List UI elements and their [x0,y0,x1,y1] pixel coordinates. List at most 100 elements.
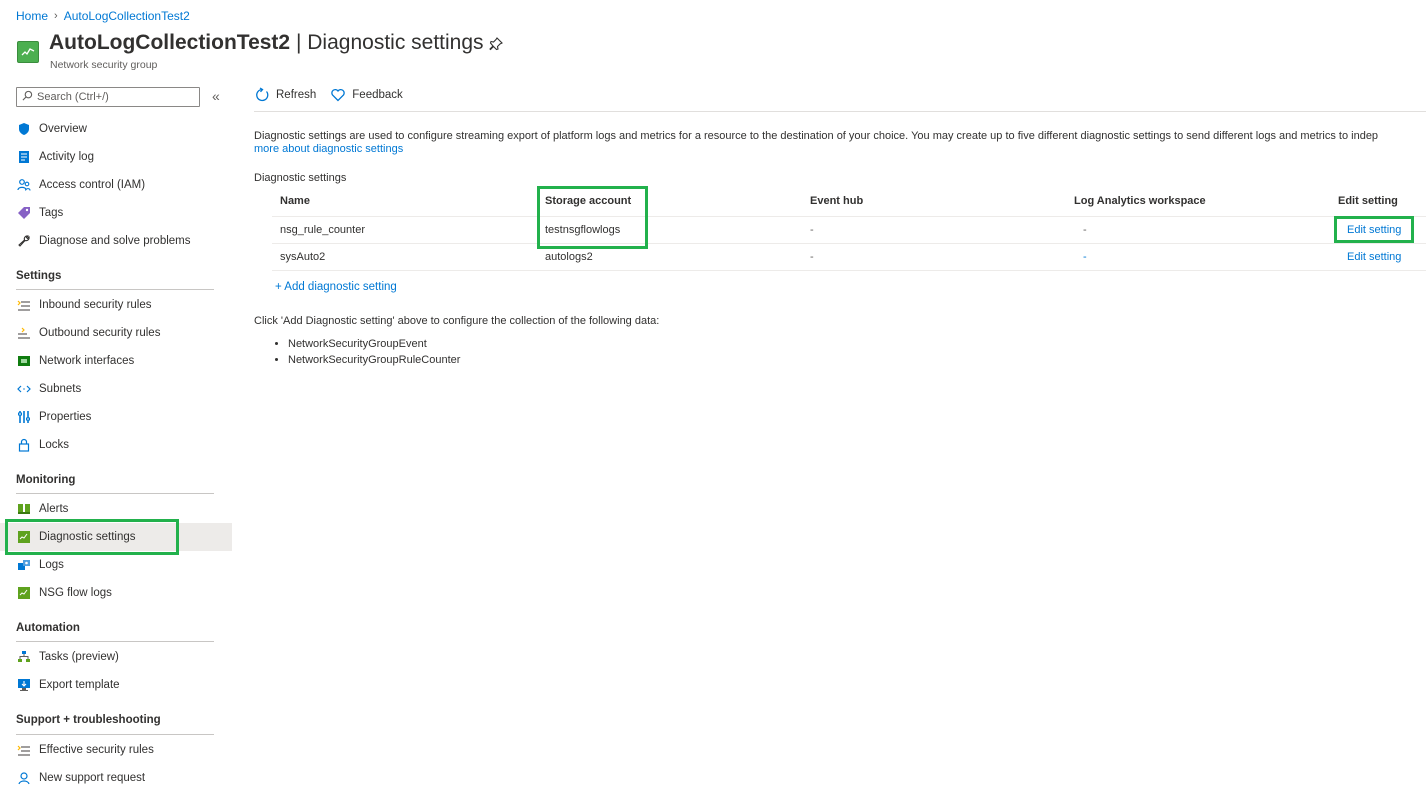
activity-log-icon [17,150,31,164]
row-workspace: - [1083,251,1087,263]
sidebar-item-inbound-rules[interactable]: Inbound security rules [0,291,232,319]
pin-icon[interactable] [488,36,504,52]
table-row-divider [272,243,1426,244]
sidebar-item-label: New support request [39,772,146,784]
learn-more-link[interactable]: more about diagnostic settings [254,143,403,155]
sidebar-item-label: Export template [39,679,120,691]
sidebar-item-overview[interactable]: Overview [0,115,232,143]
row-storage-account: testnsgflowlogs [545,224,621,236]
column-header-storage-account: Storage account [545,195,632,207]
sidebar-item-export-template[interactable]: Export template [0,671,232,699]
lock-icon [17,438,31,452]
sidebar-item-effective-rules[interactable]: Effective security rules [0,736,232,764]
sidebar-item-tags[interactable]: Tags [0,199,232,227]
sidebar-item-label: Alerts [39,503,69,515]
collapse-sidebar-button[interactable]: « [212,88,220,104]
outbound-rules-icon [17,326,31,340]
title-separator: | [295,31,302,54]
section-divider [16,493,214,494]
description-text: Diagnostic settings are used to configur… [254,130,1379,142]
sidebar-item-label: Outbound security rules [39,327,161,339]
network-security-group-icon [17,41,39,63]
table-row-divider [272,270,1426,271]
page-title: AutoLogCollectionTest2 | Diagnostic sett… [49,31,484,55]
row-name: nsg_rule_counter [280,224,366,236]
sidebar-item-label: Access control (IAM) [39,179,146,191]
sidebar-item-alerts[interactable]: Alerts [0,495,232,523]
sidebar-item-diagnose[interactable]: Diagnose and solve problems [0,227,232,255]
diagnostic-settings-icon [17,530,31,544]
sidebar-item-diagnostic-settings[interactable]: Diagnostic settings [0,523,232,551]
info-text: Click 'Add Diagnostic setting' above to … [254,315,660,327]
sidebar-item-label: Activity log [39,151,94,163]
section-monitoring: Monitoring [16,474,76,486]
toolbar-divider [254,111,1426,112]
tasks-icon [17,650,31,664]
data-type-list: NetworkSecurityGroupEvent NetworkSecurit… [274,336,460,368]
search-icon [22,90,33,104]
search-input[interactable] [37,91,197,103]
list-item: NetworkSecurityGroupRuleCounter [288,352,460,368]
section-support: Support + troubleshooting [16,714,161,726]
sidebar-item-label: Properties [39,411,92,423]
command-bar: Refresh Feedback [254,87,403,103]
sidebar-item-nsg-flow-logs[interactable]: NSG flow logs [0,579,232,607]
properties-icon [17,410,31,424]
sidebar-item-label: Tags [39,207,64,219]
sidebar-item-label: Subnets [39,383,82,395]
sidebar-item-new-support-request[interactable]: New support request [0,764,232,792]
edit-setting-link[interactable]: Edit setting [1347,224,1401,236]
row-storage-account: autologs2 [545,251,593,263]
breadcrumb-home-link[interactable]: Home [16,9,48,23]
chevron-right-icon: › [54,10,58,22]
sidebar-item-activity-log[interactable]: Activity log [0,143,232,171]
sidebar-item-label: Diagnostic settings [39,531,136,543]
section-divider [16,734,214,735]
diagnostic-settings-label: Diagnostic settings [254,172,347,184]
sidebar-item-label: Effective security rules [39,744,154,756]
breadcrumb: Home › AutoLogCollectionTest2 [16,9,190,23]
feedback-button[interactable]: Feedback [330,87,403,103]
section-automation: Automation [16,622,80,634]
sidebar-item-access-control[interactable]: Access control (IAM) [0,171,232,199]
heart-icon [330,87,346,103]
sidebar-item-network-interfaces[interactable]: Network interfaces [0,347,232,375]
sidebar-item-outbound-rules[interactable]: Outbound security rules [0,319,232,347]
column-header-event-hub: Event hub [810,195,864,207]
subnet-icon [17,382,31,396]
blade-name: Diagnostic settings [307,31,484,54]
sidebar-item-logs[interactable]: Logs [0,551,232,579]
section-settings: Settings [16,270,62,282]
refresh-button[interactable]: Refresh [254,87,316,103]
sidebar-item-label: Tasks (preview) [39,651,119,663]
shield-icon [17,122,31,136]
sidebar-item-label: Logs [39,559,64,571]
section-divider [16,641,214,642]
row-event-hub: - [810,224,814,236]
section-divider [16,289,214,290]
breadcrumb-resource-link[interactable]: AutoLogCollectionTest2 [64,9,190,23]
row-name: sysAuto2 [280,251,326,263]
search-box[interactable] [16,87,200,107]
sidebar-item-label: Network interfaces [39,355,135,367]
sidebar-item-subnets[interactable]: Subnets [0,375,232,403]
alerts-icon [17,502,31,516]
refresh-label: Refresh [276,89,317,101]
sidebar-item-label: Inbound security rules [39,299,152,311]
edit-setting-link[interactable]: Edit setting [1347,251,1401,263]
list-item: NetworkSecurityGroupEvent [288,336,460,352]
tag-icon [17,206,31,220]
sidebar-item-label: Diagnose and solve problems [39,235,191,247]
column-header-edit-setting: Edit setting [1338,195,1398,207]
wrench-icon [17,234,31,248]
row-event-hub: - [810,251,814,263]
resource-type: Network security group [50,59,158,71]
sidebar-item-properties[interactable]: Properties [0,403,232,431]
add-diagnostic-setting-link[interactable]: + Add diagnostic setting [275,281,397,293]
sidebar-item-tasks[interactable]: Tasks (preview) [0,643,232,671]
logs-icon [17,558,31,572]
inbound-rules-icon [17,298,31,312]
feedback-label: Feedback [352,89,403,101]
sidebar-item-locks[interactable]: Locks [0,431,232,459]
sidebar-item-label: Overview [39,123,87,135]
